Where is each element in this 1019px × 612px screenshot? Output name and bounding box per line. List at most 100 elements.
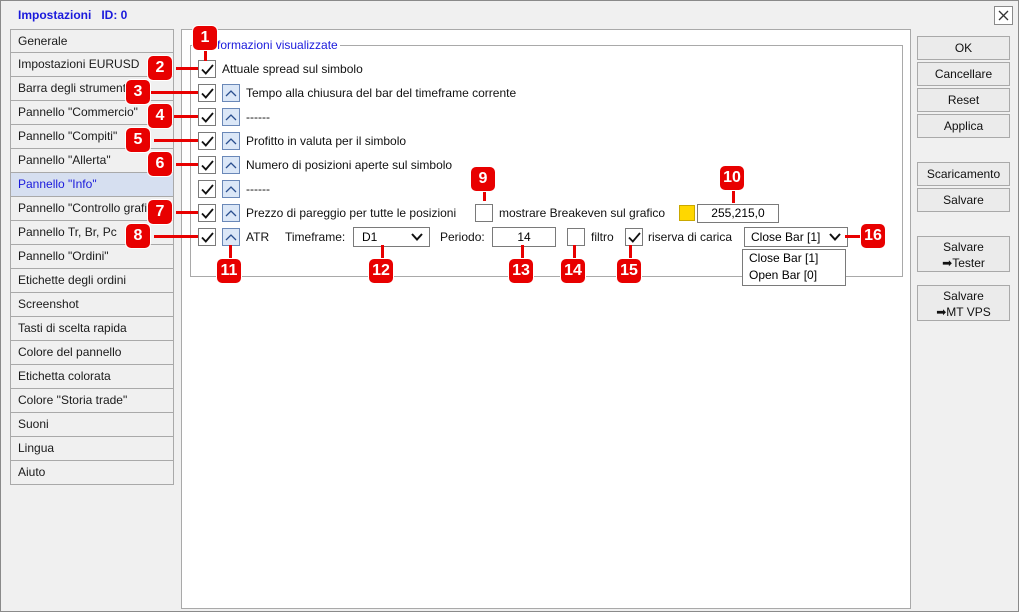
bar-option-close[interactable]: Close Bar [1] bbox=[743, 250, 845, 267]
sidebar-item-pannello-info[interactable]: Pannello "Info" bbox=[10, 173, 174, 197]
bar-option-open[interactable]: Open Bar [0] bbox=[743, 267, 845, 284]
info-group: Informazioni visualizzate Attuale spread… bbox=[190, 38, 903, 277]
sidebar-item-colore-pannello[interactable]: Colore del pannello bbox=[10, 341, 174, 365]
save-tester-target: Tester bbox=[952, 256, 985, 270]
breakeven-price-move-button[interactable] bbox=[222, 204, 240, 222]
sidebar-item-pannello-ordini[interactable]: Pannello "Ordini" bbox=[10, 245, 174, 269]
pointer-10 bbox=[732, 190, 735, 203]
arrow-up-icon bbox=[225, 162, 237, 169]
sidebar-item-generale[interactable]: Generale bbox=[10, 29, 174, 53]
bar-select-value: Close Bar [1] bbox=[751, 230, 821, 244]
badge-11: 11 bbox=[216, 258, 242, 284]
sidebar-item-etichetta-colorata[interactable]: Etichetta colorata bbox=[10, 365, 174, 389]
dashes2-checkbox[interactable] bbox=[198, 180, 216, 198]
badge-12: 12 bbox=[368, 258, 394, 284]
pointer-2 bbox=[176, 67, 198, 70]
arrow-up-icon bbox=[225, 210, 237, 217]
filter-checkbox[interactable] bbox=[567, 228, 585, 246]
badge-10: 10 bbox=[719, 165, 745, 191]
arrow-right-icon: ➡ bbox=[942, 256, 953, 270]
dashes2-move-button[interactable] bbox=[222, 180, 240, 198]
badge-16: 16 bbox=[860, 223, 886, 249]
arrow-up-icon bbox=[225, 186, 237, 193]
sidebar-item-colore-storia-trade[interactable]: Colore "Storia trade" bbox=[10, 389, 174, 413]
profit-label: Profitto in valuta per il simbolo bbox=[246, 134, 407, 148]
pointer-9 bbox=[483, 192, 486, 201]
badge-1: 1 bbox=[192, 25, 218, 51]
badge-9: 9 bbox=[470, 166, 496, 192]
sidebar-item-tasti-scelta-rapida[interactable]: Tasti di scelta rapida bbox=[10, 317, 174, 341]
pointer-4 bbox=[174, 115, 198, 118]
pointer-5 bbox=[154, 139, 198, 142]
sidebar-item-aiuto[interactable]: Aiuto bbox=[10, 461, 174, 485]
window-title: Impostazioni ID: 0 bbox=[18, 8, 128, 22]
dashes1-checkbox[interactable] bbox=[198, 108, 216, 126]
bar-select[interactable]: Close Bar [1] bbox=[744, 227, 848, 247]
arrow-up-icon bbox=[225, 90, 237, 97]
profit-checkbox[interactable] bbox=[198, 132, 216, 150]
dashes1-label: ------ bbox=[246, 110, 270, 124]
check-icon bbox=[200, 87, 214, 99]
period-field[interactable]: 14 bbox=[492, 227, 556, 247]
atr-label: ATR bbox=[246, 230, 270, 244]
color-value-field[interactable]: 255,215,0 bbox=[697, 204, 779, 223]
sidebar-item-screenshot[interactable]: Screenshot bbox=[10, 293, 174, 317]
ok-button[interactable]: OK bbox=[917, 36, 1010, 60]
pointer-16 bbox=[845, 235, 861, 238]
check-icon bbox=[200, 159, 214, 171]
badge-4: 4 bbox=[147, 103, 173, 129]
spread-checkbox[interactable] bbox=[198, 60, 216, 78]
dashes1-move-button[interactable] bbox=[222, 108, 240, 126]
badge-14: 14 bbox=[560, 258, 586, 284]
spread-label: Attuale spread sul simbolo bbox=[222, 62, 363, 76]
check-icon bbox=[200, 207, 214, 219]
badge-3: 3 bbox=[125, 79, 151, 105]
pointer-3 bbox=[149, 91, 198, 94]
close-button[interactable] bbox=[994, 6, 1013, 25]
sidebar-item-suoni[interactable]: Suoni bbox=[10, 413, 174, 437]
profit-move-button[interactable] bbox=[222, 132, 240, 150]
save-tester-button[interactable]: Salvare ➡Tester bbox=[917, 236, 1010, 272]
dashes2-label: ------ bbox=[246, 182, 270, 196]
timeframe-select[interactable]: D1 bbox=[353, 227, 430, 247]
check-icon bbox=[200, 111, 214, 123]
pointer-6 bbox=[176, 163, 198, 166]
save-vps-sub: ➡MT VPS bbox=[918, 304, 1009, 320]
positions-checkbox[interactable] bbox=[198, 156, 216, 174]
badge-5: 5 bbox=[125, 127, 151, 153]
filter-label: filtro bbox=[591, 230, 614, 244]
badge-15: 15 bbox=[616, 258, 642, 284]
check-icon bbox=[200, 135, 214, 147]
positions-move-button[interactable] bbox=[222, 156, 240, 174]
color-swatch[interactable] bbox=[679, 205, 695, 221]
sidebar-item-lingua[interactable]: Lingua bbox=[10, 437, 174, 461]
badge-13: 13 bbox=[508, 258, 534, 284]
breakeven-price-checkbox[interactable] bbox=[198, 204, 216, 222]
cancel-button[interactable]: Cancellare bbox=[917, 62, 1010, 86]
download-button[interactable]: Scaricamento bbox=[917, 162, 1010, 186]
save-tester-label: Salvare bbox=[943, 240, 984, 254]
atr-move-button[interactable] bbox=[222, 228, 240, 246]
arrow-up-icon bbox=[225, 234, 237, 241]
apply-button[interactable]: Applica bbox=[917, 114, 1010, 138]
time-close-checkbox[interactable] bbox=[198, 84, 216, 102]
save-button[interactable]: Salvare bbox=[917, 188, 1010, 212]
sidebar-item-etichette-ordini[interactable]: Etichette degli ordini bbox=[10, 269, 174, 293]
time-close-label: Tempo alla chiusura del bar del timefram… bbox=[246, 86, 517, 100]
chevron-down-icon bbox=[829, 233, 841, 241]
reset-button[interactable]: Reset bbox=[917, 88, 1010, 112]
timeframe-label: Timeframe: bbox=[285, 230, 346, 244]
badge-8: 8 bbox=[125, 223, 151, 249]
atr-checkbox[interactable] bbox=[198, 228, 216, 246]
save-vps-label: Salvare bbox=[943, 289, 984, 303]
breakeven-chart-checkbox[interactable] bbox=[475, 204, 493, 222]
time-close-move-button[interactable] bbox=[222, 84, 240, 102]
pointer-7 bbox=[176, 211, 198, 214]
group-legend: Informazioni visualizzate bbox=[205, 38, 340, 52]
save-vps-target: MT VPS bbox=[946, 305, 991, 319]
pointer-8 bbox=[154, 235, 198, 238]
bar-dropdown-list: Close Bar [1] Open Bar [0] bbox=[742, 249, 846, 286]
reserve-label: riserva di carica bbox=[648, 230, 733, 244]
save-vps-button[interactable]: Salvare ➡MT VPS bbox=[917, 285, 1010, 321]
reserve-checkbox[interactable] bbox=[625, 228, 643, 246]
